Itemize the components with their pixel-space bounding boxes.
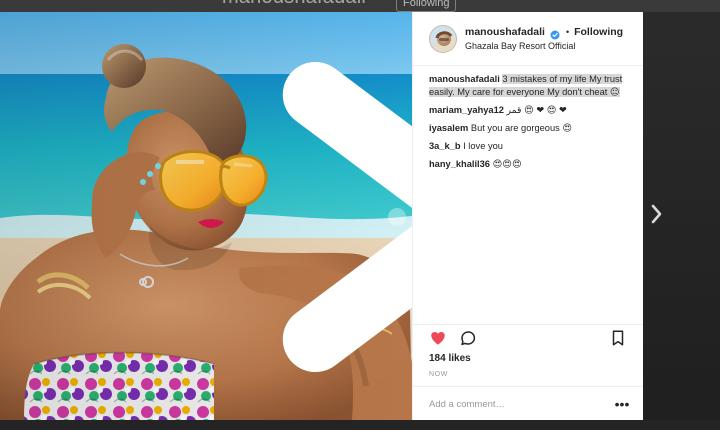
comment-text: But you are gorgeous 😍 — [470, 123, 573, 133]
comments-list: manoushafadali 3 mistakes of my life My … — [429, 73, 631, 176]
avatar-image — [430, 26, 456, 52]
comment-text: I love you — [463, 141, 503, 151]
time-ago: NOW — [429, 371, 448, 378]
like-button[interactable] — [429, 329, 447, 347]
comment-row: mariam_yahya12 قمر 😍 ❤ 😍 ❤ — [429, 104, 631, 117]
separator-dot: • — [565, 27, 570, 37]
following-button[interactable]: Following — [574, 26, 623, 38]
post-username[interactable]: manoushafadali — [465, 26, 545, 38]
comment-row: hany_khalil36 😍😍😍 — [429, 158, 631, 171]
add-comment-input[interactable] — [429, 396, 599, 412]
photo-next-button[interactable] — [282, 61, 412, 373]
verified-badge-icon — [550, 27, 560, 40]
comment-username[interactable]: hany_khalil36 — [429, 159, 490, 169]
likes-count[interactable]: 184 likes — [429, 353, 471, 364]
modal-next-button[interactable] — [646, 203, 666, 229]
more-options-label: ••• — [614, 396, 630, 412]
page: manoushafadali Following — [0, 0, 720, 430]
comment-username[interactable]: iyasalem — [429, 123, 468, 133]
location-link[interactable]: Ghazala Bay Resort Official — [465, 41, 575, 51]
save-button[interactable] — [609, 329, 627, 347]
chevron-right-icon — [649, 203, 663, 230]
post-header: manoushafadali • Following Ghazala Bay R… — [413, 12, 643, 66]
comment-row: 3a_k_b I love you — [429, 140, 631, 153]
background-footer — [0, 420, 720, 430]
comment-row: iyasalem But you are gorgeous 😍 — [429, 122, 631, 135]
caption-username[interactable]: manoushafadali — [429, 74, 500, 84]
caption-row: manoushafadali 3 mistakes of my life My … — [429, 73, 631, 99]
comment-text: قمر 😍 ❤ 😍 ❤ — [506, 105, 567, 115]
comment-username[interactable]: 3a_k_b — [429, 141, 461, 151]
background-username: manoushafadali — [222, 0, 366, 9]
comment-text: 😍😍😍 — [492, 159, 522, 169]
background-following-button[interactable]: Following — [396, 0, 457, 12]
more-options-button[interactable]: ••• — [613, 396, 631, 412]
comment-button[interactable] — [459, 329, 477, 347]
heart-icon — [429, 329, 447, 347]
post-photo[interactable] — [0, 12, 412, 420]
post-modal: manoushafadali • Following Ghazala Bay R… — [0, 12, 643, 420]
actions-divider — [413, 324, 643, 325]
chevron-right-icon — [191, 13, 412, 420]
add-comment-divider — [413, 386, 643, 387]
comment-icon — [459, 329, 477, 347]
post-sidebar: manoushafadali • Following Ghazala Bay R… — [412, 12, 643, 420]
bookmark-icon — [609, 329, 627, 347]
action-icons — [429, 329, 627, 351]
header-top-row: manoushafadali • Following — [465, 26, 623, 40]
avatar[interactable] — [429, 25, 457, 53]
comment-username[interactable]: mariam_yahya12 — [429, 105, 504, 115]
